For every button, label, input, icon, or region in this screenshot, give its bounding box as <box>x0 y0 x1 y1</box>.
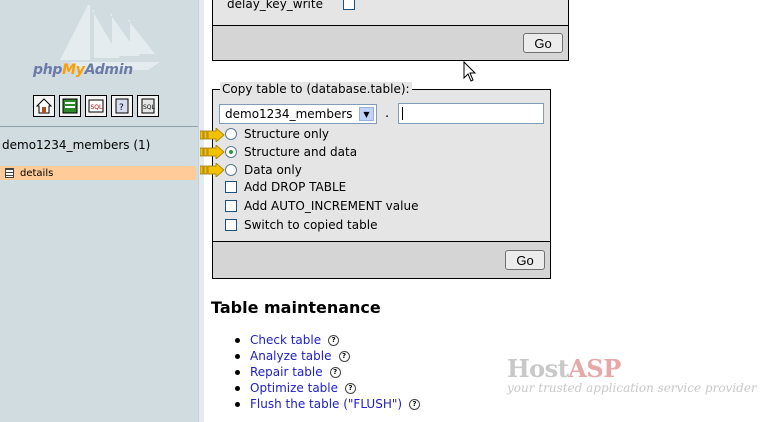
delay-key-write-checkbox[interactable] <box>342 0 355 10</box>
data-only-radio[interactable] <box>225 164 237 176</box>
list-item: Check table? <box>235 332 420 348</box>
table-options-go-button[interactable]: Go <box>523 33 563 53</box>
data-only-option[interactable]: Data only <box>225 163 302 177</box>
table-options-footer: Go <box>212 25 569 61</box>
add-drop-table-option[interactable]: Add DROP TABLE <box>225 180 346 194</box>
switch-to-copied-option[interactable]: Switch to copied table <box>225 218 377 232</box>
database-table-separator: . <box>385 106 390 121</box>
list-item: Flush the table ("FLUSH")? <box>235 396 421 412</box>
table-options-fieldset: delay_key_write <box>212 0 569 26</box>
copy-table-footer: Go <box>212 241 551 279</box>
table-maintenance-heading: Table maintenance <box>211 298 381 317</box>
watermark-brand: HostASP <box>507 354 757 383</box>
logo-my: My <box>62 62 85 78</box>
copy-database-select[interactable]: demo1234_members ▼ <box>219 104 377 124</box>
hostasp-watermark: HostASP your trusted application service… <box>507 354 757 395</box>
structure-only-option[interactable]: Structure only <box>225 127 329 141</box>
analyze-table-link[interactable]: Analyze table <box>250 349 332 363</box>
bullet <box>235 337 240 343</box>
structure-and-data-radio[interactable] <box>225 146 237 158</box>
frame-divider[interactable] <box>198 0 204 422</box>
bullet <box>235 353 240 359</box>
nav-icon-bar: SQL ? SQL <box>33 95 159 117</box>
copy-table-legend: Copy table to (database.table): <box>220 82 412 96</box>
delay-key-write-label: delay_key_write <box>227 0 323 11</box>
table-link-details[interactable]: details <box>0 166 196 180</box>
help-icon[interactable]: ? <box>338 350 350 362</box>
phpmyadmin-logo-text[interactable]: phpMyAdmin <box>33 62 133 78</box>
bullet <box>235 401 240 407</box>
chevron-down-icon[interactable]: ▼ <box>359 107 374 121</box>
structure-only-label: Structure only <box>244 127 330 141</box>
query-window-icon[interactable] <box>59 95 81 117</box>
database-name[interactable]: demo1234_members (1) <box>2 138 150 152</box>
pointer-arrow-icon <box>200 163 225 177</box>
svg-text:?: ? <box>119 103 124 113</box>
table-maintenance-list: Check table? Analyze table? Repair table… <box>235 332 421 412</box>
sql-icon[interactable]: SQL <box>85 95 107 117</box>
text-caret <box>402 107 403 120</box>
copy-table-name-input[interactable] <box>398 103 544 124</box>
list-item: Optimize table? <box>235 380 420 396</box>
optimize-table-link[interactable]: Optimize table <box>250 381 338 395</box>
bullet <box>235 369 240 375</box>
documentation-icon[interactable]: ? <box>111 95 133 117</box>
structure-only-radio[interactable] <box>225 128 237 140</box>
logo-admin: Admin <box>84 62 134 78</box>
structure-and-data-option[interactable]: Structure and data <box>225 145 357 159</box>
watermark-tagline: your trusted application service provide… <box>507 381 757 395</box>
watermark-asp: ASP <box>568 354 621 383</box>
check-table-link[interactable]: Check table <box>250 333 321 347</box>
delay-key-write-option: delay_key_write <box>227 0 362 11</box>
svg-text:SQL: SQL <box>143 104 156 111</box>
add-auto-increment-checkbox[interactable] <box>225 200 237 212</box>
mouse-cursor-icon <box>463 61 477 82</box>
copy-database-selected: demo1234_members <box>225 107 353 121</box>
switch-to-copied-checkbox[interactable] <box>225 219 237 231</box>
navigation-frame: phpMyAdmin SQL ? SQL demo1234_members (1… <box>0 0 198 422</box>
switch-to-copied-label: Switch to copied table <box>244 218 378 232</box>
help-icon[interactable]: ? <box>328 334 340 346</box>
copy-table-go-button[interactable]: Go <box>505 250 545 270</box>
table-icon <box>5 168 14 178</box>
add-auto-increment-label: Add AUTO_INCREMENT value <box>244 199 419 213</box>
help-icon[interactable]: ? <box>345 382 357 394</box>
add-auto-increment-option[interactable]: Add AUTO_INCREMENT value <box>225 199 418 213</box>
repair-table-link[interactable]: Repair table <box>250 365 323 379</box>
add-drop-table-label: Add DROP TABLE <box>244 180 347 194</box>
data-only-label: Data only <box>244 163 302 177</box>
main-frame: delay_key_write Go Copy table to (databa… <box>205 0 776 422</box>
watermark-host: Host <box>507 354 569 383</box>
structure-and-data-label: Structure and data <box>244 145 358 159</box>
nav-divider <box>0 126 198 127</box>
add-drop-table-checkbox[interactable] <box>225 181 237 193</box>
help-icon[interactable]: ? <box>329 366 341 378</box>
table-link-label: details <box>20 167 54 179</box>
logo-php: php <box>33 62 63 78</box>
bullet <box>235 385 240 391</box>
pointer-arrow-icon <box>200 128 225 142</box>
home-icon[interactable] <box>33 95 55 117</box>
svg-text:SQL: SQL <box>91 104 104 111</box>
help-icon[interactable]: ? <box>409 398 421 410</box>
list-item: Repair table? <box>235 364 420 380</box>
list-item: Analyze table? <box>235 348 420 364</box>
flush-table-link[interactable]: Flush the table ("FLUSH") <box>250 397 402 411</box>
sql-docs-icon[interactable]: SQL <box>137 95 159 117</box>
pointer-arrow-icon <box>200 145 225 159</box>
